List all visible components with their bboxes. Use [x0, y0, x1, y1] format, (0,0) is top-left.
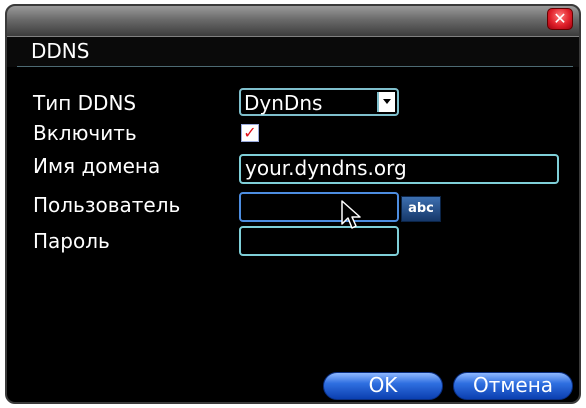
ddns-dialog: ✕ DDNS Тип DDNS DynDns Включить ✓ Имя до… — [5, 4, 581, 404]
domain-name-input[interactable]: your.dyndns.org — [239, 154, 559, 184]
password-label: Пароль — [33, 229, 110, 253]
password-input[interactable] — [239, 226, 399, 256]
dialog-header: DDNS — [7, 37, 579, 67]
mouse-pointer-icon — [341, 200, 361, 229]
enable-checkbox[interactable]: ✓ — [241, 124, 259, 142]
checkmark-icon: ✓ — [243, 123, 257, 142]
chevron-down-icon[interactable] — [377, 92, 395, 112]
cancel-button[interactable]: Отмена — [453, 372, 573, 400]
keyboard-button[interactable]: abc — [401, 196, 441, 222]
header-divider — [17, 66, 573, 67]
domain-name-label: Имя домена — [33, 154, 161, 178]
close-button[interactable]: ✕ — [547, 8, 573, 30]
title-bar[interactable]: ✕ — [7, 6, 579, 37]
ok-button[interactable]: OK — [323, 372, 443, 400]
username-input[interactable] — [239, 192, 399, 222]
ddns-type-label: Тип DDNS — [33, 91, 137, 115]
username-label: Пользователь — [33, 193, 181, 217]
ddns-type-select[interactable]: DynDns — [239, 88, 399, 116]
ddns-type-value: DynDns — [244, 91, 323, 115]
page-title: DDNS — [31, 39, 90, 63]
close-icon: ✕ — [553, 9, 567, 28]
enable-label: Включить — [33, 121, 137, 145]
